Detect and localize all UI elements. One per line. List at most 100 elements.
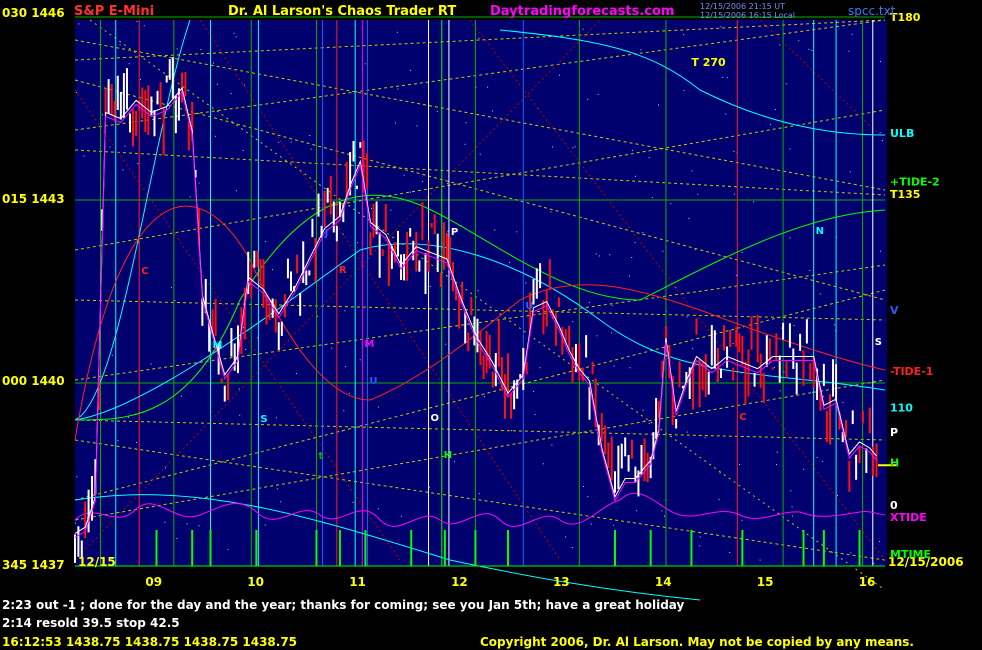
star-dot xyxy=(272,269,273,271)
star-dot xyxy=(822,395,824,397)
event-line-label: S xyxy=(260,414,267,425)
copyright: Copyright 2006, Dr. Al Larson. May not b… xyxy=(480,635,914,649)
star-dot xyxy=(873,562,875,564)
star-dot xyxy=(803,468,805,470)
star-dot xyxy=(352,501,354,503)
star-dot xyxy=(808,48,810,50)
timestamp-local: 12/15/2006 16:15 Local xyxy=(700,11,795,20)
star-dot xyxy=(265,241,267,243)
star-dot xyxy=(356,242,358,244)
star-dot xyxy=(478,37,480,39)
star-dot xyxy=(753,201,755,203)
star-dot xyxy=(720,26,722,28)
star-dot xyxy=(227,548,229,550)
star-dot xyxy=(574,146,576,148)
star-dot xyxy=(596,335,598,337)
chart-canvas: C M St J R M U O H P U C N S 09 10 11 12 13 14 15 16 12/15 12/1… xyxy=(0,0,982,650)
star-dot xyxy=(587,98,589,100)
star-dot xyxy=(345,366,347,368)
event-line-label: M xyxy=(364,339,374,350)
right-level-label: H xyxy=(890,456,899,469)
star-dot xyxy=(848,50,850,52)
star-dot xyxy=(798,40,800,42)
star-dot xyxy=(465,122,467,124)
x-start-label: 12/15 xyxy=(78,555,116,569)
star-dot xyxy=(484,396,485,398)
star-dot xyxy=(789,148,791,150)
y-tick-label: 000 1440 xyxy=(2,374,65,388)
star-dot xyxy=(834,324,836,326)
right-level-label: P xyxy=(890,426,898,439)
star-dot xyxy=(718,499,720,501)
star-dot xyxy=(770,123,772,125)
star-dot xyxy=(613,365,615,367)
star-dot xyxy=(344,310,346,312)
star-dot xyxy=(648,157,650,159)
event-line-label: U xyxy=(369,376,377,387)
star-dot xyxy=(774,366,775,368)
star-dot xyxy=(658,104,659,106)
star-dot xyxy=(881,140,883,142)
star-dot xyxy=(697,193,699,195)
star-dot xyxy=(235,36,237,38)
event-line-label: C xyxy=(141,266,148,277)
star-dot xyxy=(822,460,824,462)
star-dot xyxy=(244,84,246,86)
right-level-label: ULB xyxy=(890,127,914,140)
star-dot xyxy=(128,63,130,65)
star-dot xyxy=(551,444,553,446)
star-dot xyxy=(150,363,152,365)
star-dot xyxy=(447,230,449,232)
star-dot xyxy=(648,423,650,424)
star-dot xyxy=(117,440,119,442)
star-dot xyxy=(409,191,411,193)
star-dot xyxy=(879,541,881,542)
star-dot xyxy=(849,171,851,173)
star-dot xyxy=(400,515,402,517)
star-dot xyxy=(642,231,644,233)
star-dot xyxy=(238,388,240,390)
star-dot xyxy=(447,183,448,185)
star-dot xyxy=(587,496,589,498)
star-dot xyxy=(176,48,178,50)
star-dot xyxy=(525,282,527,284)
star-dot xyxy=(364,63,366,65)
star-dot xyxy=(492,110,493,112)
star-dot xyxy=(198,182,200,184)
star-dot xyxy=(721,76,723,78)
star-dot xyxy=(509,261,511,263)
star-dot xyxy=(478,493,480,495)
star-dot xyxy=(78,23,80,25)
star-dot xyxy=(590,523,592,525)
star-dot xyxy=(359,359,361,361)
star-dot xyxy=(128,416,129,418)
star-dot xyxy=(487,86,489,88)
star-dot xyxy=(264,524,266,526)
right-level-label: 110 xyxy=(890,401,913,414)
data-file-label: spcc.txt xyxy=(848,4,896,18)
star-dot xyxy=(436,110,438,112)
star-dot xyxy=(397,88,399,90)
product-title: Dr. Al Larson's Chaos Trader RT xyxy=(228,4,457,19)
star-dot xyxy=(661,510,663,512)
star-dot xyxy=(879,132,881,134)
star-dot xyxy=(613,524,615,526)
star-dot xyxy=(642,409,644,411)
star-dot xyxy=(683,89,685,91)
star-dot xyxy=(186,523,188,525)
right-level-label: -TIDE-1 xyxy=(890,365,933,378)
star-dot xyxy=(409,69,411,71)
star-dot xyxy=(165,467,166,469)
star-dot xyxy=(343,410,345,412)
star-dot xyxy=(233,32,235,34)
star-dot xyxy=(725,113,727,115)
right-level-label: V xyxy=(890,304,899,317)
plot-area xyxy=(75,20,887,566)
star-dot xyxy=(629,367,631,369)
y-tick-label: 030 1446 xyxy=(2,6,65,20)
star-dot xyxy=(101,114,103,116)
star-dot xyxy=(776,451,778,453)
star-dot xyxy=(686,431,688,433)
star-dot xyxy=(635,175,636,177)
event-line-label: J xyxy=(324,228,329,239)
